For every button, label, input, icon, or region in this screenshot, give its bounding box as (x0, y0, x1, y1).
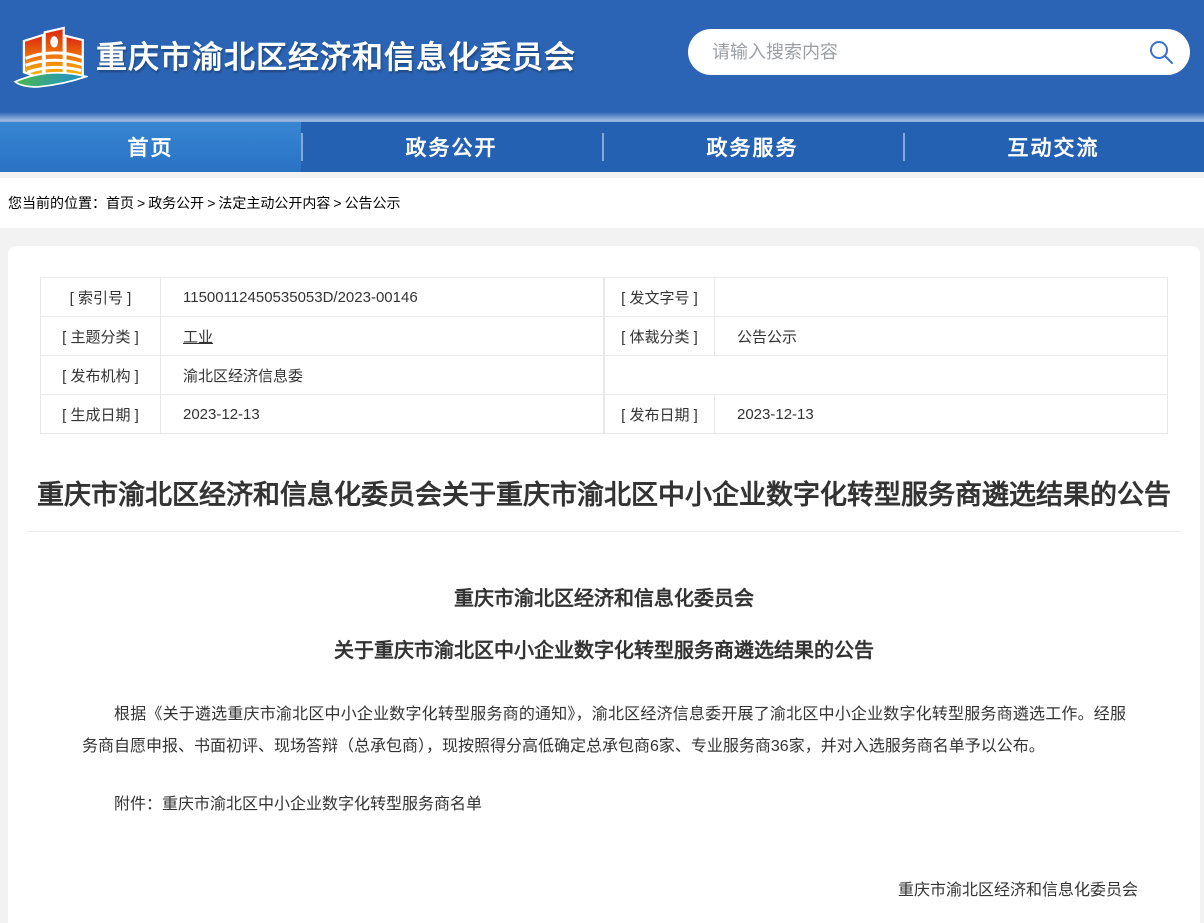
meta-value-document-number (715, 278, 1168, 317)
nav-tab-gov-services[interactable]: 政务服务 (602, 122, 903, 172)
table-row (605, 356, 1168, 395)
meta-value-issuing-agency: 渝北区经济信息委 (161, 356, 604, 395)
breadcrumb-item-gov-disclosure[interactable]: 政务公开 (148, 193, 204, 213)
search-input[interactable] (712, 42, 1148, 63)
breadcrumb-item-home[interactable]: 首页 (106, 193, 134, 213)
breadcrumb-separator: > (207, 195, 215, 211)
title-divider (28, 531, 1180, 532)
site-title: 重庆市渝北区经济和信息化委员会 (96, 32, 576, 77)
main-nav: 首页 政务公开 政务服务 互动交流 (0, 122, 1204, 172)
meta-value-creation-date: 2023-12-13 (161, 395, 604, 434)
document-subtitle-agency: 重庆市渝北区经济和信息化委员会 (8, 582, 1200, 611)
content-card: [ 索引号 ] 11500112450535053D/2023-00146 [ … (8, 246, 1200, 923)
nav-tab-gov-disclosure[interactable]: 政务公开 (301, 122, 602, 172)
meta-value-index-number: 11500112450535053D/2023-00146 (161, 278, 604, 317)
table-row: [ 主题分类 ] 工业 (41, 317, 604, 356)
meta-label-creation-date: [ 生成日期 ] (41, 395, 161, 434)
meta-value-publish-date: 2023-12-13 (715, 395, 1168, 434)
search-box (688, 29, 1190, 75)
breadcrumb: 您当前的位置： 首页 > 政务公开 > 法定主动公开内容 > 公告公示 (0, 178, 1204, 228)
nav-tab-home[interactable]: 首页 (0, 122, 301, 172)
meta-label-issuing-agency: [ 发布机构 ] (41, 356, 161, 395)
table-row: [ 发布机构 ] 渝北区经济信息委 (41, 356, 604, 395)
meta-label-publish-date: [ 发布日期 ] (605, 395, 715, 434)
table-row: [ 生成日期 ] 2023-12-13 (41, 395, 604, 434)
meta-label-document-number: [ 发文字号 ] (605, 278, 715, 317)
table-row: [ 发文字号 ] (605, 278, 1168, 317)
breadcrumb-separator: > (333, 195, 341, 211)
breadcrumb-label: 您当前的位置： (8, 193, 106, 213)
site-header: 重庆市渝北区经济和信息化委员会 (0, 0, 1204, 112)
spacer (0, 228, 1204, 246)
table-row: [ 发布日期 ] 2023-12-13 (605, 395, 1168, 434)
table-row: [ 体裁分类 ] 公告公示 (605, 317, 1168, 356)
document-signature: 重庆市渝北区经济和信息化委员会 (8, 876, 1200, 900)
topic-category-link[interactable]: 工业 (183, 329, 213, 346)
document-subtitle-announcement: 关于重庆市渝北区中小企业数字化转型服务商遴选结果的公告 (8, 634, 1200, 663)
meta-label-index-number: [ 索引号 ] (41, 278, 161, 317)
header-gradient-band (0, 112, 1204, 122)
breadcrumb-item-announcements[interactable]: 公告公示 (345, 193, 401, 213)
attachment-line: 附件：重庆市渝北区中小企业数字化转型服务商名单 (82, 790, 1126, 814)
meta-value-genre-category: 公告公示 (715, 317, 1168, 356)
meta-value-topic-category: 工业 (161, 317, 604, 356)
nav-tab-interaction[interactable]: 互动交流 (903, 122, 1204, 172)
document-meta-table: [ 索引号 ] 11500112450535053D/2023-00146 [ … (40, 277, 1168, 434)
attachment-label: 附件： (114, 796, 162, 813)
breadcrumb-separator: > (137, 195, 145, 211)
page-title: 重庆市渝北区经济和信息化委员会关于重庆市渝北区中小企业数字化转型服务商遴选结果的… (26, 476, 1182, 515)
meta-empty-cell (605, 356, 1168, 395)
breadcrumb-item-statutory-content[interactable]: 法定主动公开内容 (218, 193, 330, 213)
attachment-link[interactable]: 重庆市渝北区中小企业数字化转型服务商名单 (162, 796, 482, 813)
site-logo-icon[interactable] (10, 14, 88, 94)
meta-label-topic-category: [ 主题分类 ] (41, 317, 161, 356)
search-icon[interactable] (1148, 39, 1174, 65)
meta-label-genre-category: [ 体裁分类 ] (605, 317, 715, 356)
table-row: [ 索引号 ] 11500112450535053D/2023-00146 (41, 278, 604, 317)
document-paragraph: 根据《关于遴选重庆市渝北区中小企业数字化转型服务商的通知》，渝北区经济信息委开展… (82, 699, 1126, 763)
